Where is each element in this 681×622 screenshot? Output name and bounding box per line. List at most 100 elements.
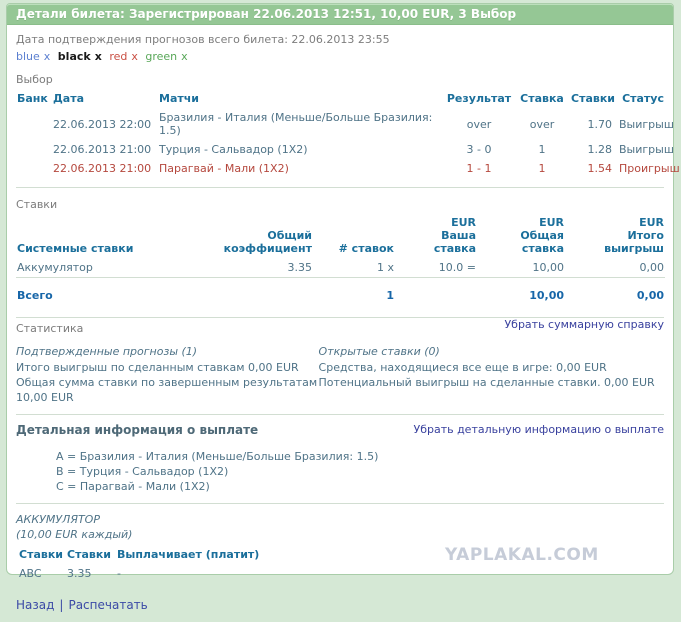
legend-item: A = Бразилия - Италия (Меньше/Больше Бра…	[56, 449, 664, 464]
open-bets-title: Открытые ставки (0)	[319, 345, 664, 358]
open-bets-line: Средства, находящиеся все еще в игре: 0,…	[319, 360, 664, 375]
bets-header-row: Системные ставки Общий коэффициент # ста…	[16, 213, 665, 258]
color-theme-links: bluex blackx redx greenx	[16, 50, 664, 63]
section-divider	[16, 414, 664, 415]
status-cell: Проигрыш	[618, 159, 665, 178]
payout-coef: 3.35	[66, 563, 116, 584]
color-link-blue[interactable]: blue	[16, 50, 40, 63]
selection-section-label: Выбор	[16, 73, 664, 86]
confirmed-forecasts-block: Подтвержденные прогнозы (1) Итого выигры…	[16, 345, 319, 405]
payout-table-header: Ставки Ставки Выплачивает (платит)	[18, 546, 338, 563]
result-cell: over	[444, 108, 514, 140]
payout-table-row: ABC 3.35 -	[18, 563, 338, 584]
statistics-section: Убрать суммарную справку Статистика Подт…	[16, 322, 664, 405]
ticket-title-bar: Детали билета: Зарегистрирован 22.06.201…	[7, 4, 673, 25]
date-cell: 22.06.2013 21:00	[52, 159, 158, 178]
section-divider	[16, 503, 664, 504]
odds-cell: 1.54	[570, 159, 618, 178]
result-cell: 3 - 0	[444, 140, 514, 159]
color-link-green[interactable]: green	[145, 50, 177, 63]
footer-separator: |	[59, 598, 63, 612]
section-divider	[16, 187, 664, 188]
color-link-red[interactable]: red	[109, 50, 127, 63]
col-pays: Выплачивает (платит)	[116, 546, 338, 563]
confirmed-forecasts-line: Общая сумма ставки по завершенным резуль…	[16, 375, 319, 405]
col-your-stake: EUR Ваша ставка	[408, 213, 490, 258]
selection-header-row: Банк Дата Матчи Результат Ставка Ставки …	[16, 89, 665, 108]
color-link-blue-x[interactable]: x	[44, 50, 51, 63]
payout-combo: ABC	[18, 563, 66, 584]
match-cell: Бразилия - Италия (Меньше/Больше Бразили…	[158, 108, 444, 140]
your-stake-line2: ставка	[409, 242, 476, 255]
col-system-bets: Системные ставки	[16, 213, 186, 258]
bet-your-stake: 10.0 =	[408, 258, 490, 278]
bets-total-row: Всего 1 10,00 0,00	[16, 283, 665, 308]
stake-cell: over	[514, 108, 570, 140]
confirmed-forecasts-line: Итого выигрыш по сделанным ставкам 0,00 …	[16, 360, 319, 375]
stake-cell: 1	[514, 140, 570, 159]
color-link-black-x[interactable]: x	[95, 50, 102, 63]
ticket-details-panel: Детали билета: Зарегистрирован 22.06.201…	[6, 3, 674, 575]
col-stake: Ставка	[514, 89, 570, 108]
col-match: Матчи	[158, 89, 444, 108]
total-win-value: 0,00	[578, 283, 665, 308]
open-bets-line: Потенциальный выигрыш на сделанные ставк…	[319, 375, 664, 390]
statistics-columns: Подтвержденные прогнозы (1) Итого выигры…	[16, 345, 664, 405]
accumulator-block: АККУМУЛЯТОР (10,00 EUR каждый)	[16, 512, 664, 542]
odds-cell: 1.28	[570, 140, 618, 159]
confirmation-date-line: Дата подтверждения прогнозов всего билет…	[16, 33, 664, 46]
odds-cell: 1.70	[570, 108, 618, 140]
selection-row: 22.06.2013 21:00 Турция - Сальвадор (1X2…	[16, 140, 665, 159]
bet-count: 1 x	[326, 258, 408, 278]
back-link[interactable]: Назад	[16, 598, 54, 612]
color-link-black[interactable]: black	[58, 50, 91, 63]
bets-row-accumulator: Аккумулятор 3.35 1 x 10.0 = 10,00 0,00	[16, 258, 665, 278]
total-label: Всего	[16, 283, 186, 308]
col-bet-count: # ставок	[326, 213, 408, 258]
col-total-win: EUR Итого выигрыш	[578, 213, 665, 258]
col-status: Статус	[618, 89, 665, 108]
color-link-green-x[interactable]: x	[181, 50, 188, 63]
total-stake-line1: Общая	[491, 229, 564, 242]
col-odds: Ставки	[570, 89, 618, 108]
legend-item: C = Парагвай - Мали (1X2)	[56, 479, 664, 494]
bets-table: Системные ставки Общий коэффициент # ста…	[16, 213, 665, 308]
bets-section-label: Ставки	[16, 198, 664, 211]
bet-total-win: 0,00	[578, 258, 665, 278]
col-bets-2: Ставки	[66, 546, 116, 563]
total-stake-currency: EUR	[491, 216, 564, 229]
stake-cell: 1	[514, 159, 570, 178]
bet-name: Аккумулятор	[16, 258, 186, 278]
date-cell: 22.06.2013 21:00	[52, 140, 158, 159]
accumulator-subtitle: (10,00 EUR каждый)	[16, 527, 664, 542]
status-cell: Выигрыш	[618, 140, 665, 159]
bank-cell	[16, 159, 52, 178]
ticket-title: Детали билета: Зарегистрирован 22.06.201…	[16, 7, 516, 21]
your-stake-line1: Ваша	[409, 229, 476, 242]
payout-pays: -	[116, 563, 338, 584]
your-stake-currency: EUR	[409, 216, 476, 229]
status-cell: Выигрыш	[618, 108, 665, 140]
payout-table: Ставки Ставки Выплачивает (платит) ABC 3…	[18, 546, 338, 584]
col-bank: Банк	[16, 89, 52, 108]
selection-table: Банк Дата Матчи Результат Ставка Ставки …	[16, 89, 665, 178]
match-cell: Парагвай - Мали (1X2)	[158, 159, 444, 178]
total-count: 1	[326, 283, 408, 308]
col-bets-1: Ставки	[18, 546, 66, 563]
total-win-currency: EUR	[579, 216, 664, 229]
bank-cell	[16, 140, 52, 159]
col-date: Дата	[52, 89, 158, 108]
match-cell: Турция - Сальвадор (1X2)	[158, 140, 444, 159]
hide-summary-link[interactable]: Убрать суммарную справку	[504, 318, 664, 331]
legend-item: B = Турция - Сальвадор (1X2)	[56, 464, 664, 479]
yaplakal-watermark: YAPLAKAL.COM	[445, 545, 599, 565]
selection-row-lost: 22.06.2013 21:00 Парагвай - Мали (1X2) 1…	[16, 159, 665, 178]
content-area: Дата подтверждения прогнозов всего билет…	[7, 25, 673, 622]
footer-links: Назад | Распечатать	[16, 598, 664, 622]
bet-coef: 3.35	[186, 258, 326, 278]
print-link[interactable]: Распечатать	[68, 598, 147, 612]
hide-payout-details-link[interactable]: Убрать детальную информацию о выплате	[413, 423, 664, 436]
color-link-red-x[interactable]: x	[131, 50, 138, 63]
date-cell: 22.06.2013 22:00	[52, 108, 158, 140]
bet-total-stake: 10,00	[490, 258, 578, 278]
